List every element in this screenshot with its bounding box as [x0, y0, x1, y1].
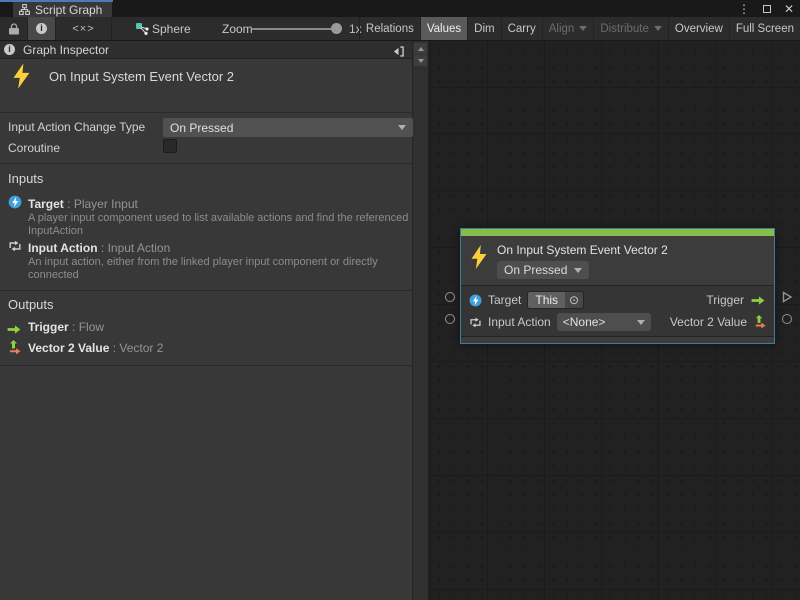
chevron-down-icon	[579, 26, 587, 31]
vector2-icon	[753, 315, 766, 329]
tab-label: Script Graph	[35, 3, 102, 17]
chevron-down-icon	[574, 268, 582, 273]
scroll-down-button[interactable]	[414, 55, 427, 66]
inputs-heading: Inputs	[8, 171, 43, 186]
chevron-down-icon	[398, 125, 406, 130]
scroll-up-button[interactable]	[414, 43, 427, 54]
event-node[interactable]: On Input System Event Vector 2 On Presse…	[460, 228, 775, 344]
event-bolt-icon	[12, 63, 31, 89]
info-icon: i	[36, 23, 47, 34]
inspector-header-title: Graph Inspector	[23, 43, 109, 57]
overview-button[interactable]: Overview	[668, 17, 729, 40]
inspector-header: i Graph Inspector	[0, 41, 412, 59]
target-picker-icon[interactable]: ⊙	[565, 292, 583, 308]
node-color-bar	[461, 229, 774, 236]
inspector-toggle-button[interactable]: i	[28, 17, 56, 40]
full-screen-button[interactable]: Full Screen	[729, 17, 800, 40]
node-row-inputaction-vector: Input Action <None> Vector 2 Value	[461, 311, 774, 333]
zoom-label: Zoom	[222, 17, 253, 40]
zoom-slider-knob[interactable]	[331, 23, 342, 34]
input-action-doc: Input Action : Input Action	[28, 241, 170, 255]
unity-script-graph-window: Script Graph ⋮ ✕ i <×> Sphere Zoom 1x Re…	[0, 0, 800, 600]
dock-panel-icon[interactable]	[392, 44, 405, 62]
node-title: On Input System Event Vector 2	[497, 243, 668, 257]
coroutine-checkbox[interactable]	[163, 139, 177, 153]
lock-button[interactable]	[0, 17, 28, 40]
output-trigger-doc: Trigger : Flow	[28, 320, 104, 334]
input-action-port-label: Input Action	[488, 315, 551, 329]
code-icon: <×>	[72, 23, 94, 35]
tab-script-graph[interactable]: Script Graph	[13, 2, 112, 17]
trigger-port-label: Trigger	[706, 293, 744, 307]
input-action-dropdown[interactable]: <None>	[557, 313, 651, 331]
input-target-doc: Target : Player Input	[28, 197, 138, 211]
relations-button[interactable]: Relations	[359, 17, 420, 40]
maximize-icon[interactable]	[763, 5, 771, 13]
target-port-label: Target	[488, 293, 521, 307]
input-action-input-port[interactable]	[445, 314, 455, 324]
player-input-icon	[8, 195, 22, 214]
zoom-slider[interactable]	[252, 28, 338, 30]
graph-inspector-panel: i Graph Inspector On Input System Event …	[0, 41, 428, 600]
vector2-icon	[7, 340, 21, 360]
trigger-output-port[interactable]	[781, 291, 793, 303]
lock-icon	[9, 23, 19, 35]
toolbar-right-group: Relations Values Dim Carry Align Distrib…	[359, 17, 800, 40]
player-input-icon	[469, 294, 482, 307]
carry-button[interactable]: Carry	[501, 17, 542, 40]
flow-arrow-icon	[6, 322, 22, 340]
outputs-heading: Outputs	[8, 297, 54, 312]
vector2-output-port[interactable]	[782, 314, 792, 324]
input-target-description: A player input component used to list av…	[28, 212, 420, 238]
values-button[interactable]: Values	[420, 17, 467, 40]
graph-canvas[interactable]: On Input System Event Vector 2 On Presse…	[428, 41, 800, 600]
distribute-button: Distribute	[593, 17, 668, 40]
output-vector2-doc: Vector 2 Value : Vector 2	[28, 341, 163, 355]
change-type-dropdown[interactable]: On Pressed	[163, 118, 413, 137]
info-icon: i	[4, 44, 15, 55]
node-row-target-trigger: Target This ⊙ Trigger	[461, 289, 774, 311]
node-mode-dropdown[interactable]: On Pressed	[497, 261, 589, 279]
change-type-value: On Pressed	[170, 121, 233, 135]
chevron-down-icon	[637, 320, 645, 325]
graph-toolbar: i <×> Sphere Zoom 1x Relations Values Di…	[0, 17, 800, 41]
input-action-description: An input action, either from the linked …	[28, 256, 420, 282]
node-footer	[461, 336, 774, 343]
window-menu-icon[interactable]: ⋮	[738, 3, 750, 15]
graph-hierarchy-icon	[19, 4, 30, 15]
inspector-scrollbar[interactable]	[412, 41, 428, 600]
graph-asset-name[interactable]: Sphere	[152, 17, 191, 40]
field-label-change-type: Input Action Change Type	[8, 120, 145, 134]
node-body: Target This ⊙ Trigger Input Action	[461, 286, 774, 336]
tab-bar: Script Graph ⋮ ✕	[0, 0, 800, 17]
target-this-selector[interactable]: This ⊙	[527, 291, 584, 309]
flow-arrow-icon	[750, 295, 766, 306]
node-header[interactable]: On Input System Event Vector 2 On Presse…	[461, 236, 774, 285]
chevron-down-icon	[654, 26, 662, 31]
event-bolt-icon	[470, 245, 488, 269]
arrow-up-icon	[418, 47, 424, 51]
inspector-node-title: On Input System Event Vector 2	[49, 69, 234, 84]
arrow-down-icon	[418, 59, 424, 63]
code-view-button[interactable]: <×>	[56, 17, 112, 40]
dim-button[interactable]: Dim	[467, 17, 500, 40]
script-graph-asset-icon	[134, 17, 150, 40]
close-icon[interactable]: ✕	[784, 3, 794, 15]
vector2-port-label: Vector 2 Value	[670, 315, 747, 329]
align-button: Align	[542, 17, 594, 40]
input-action-icon	[8, 239, 22, 258]
input-action-icon	[469, 316, 482, 329]
field-label-coroutine: Coroutine	[8, 141, 60, 155]
target-input-port[interactable]	[445, 292, 455, 302]
